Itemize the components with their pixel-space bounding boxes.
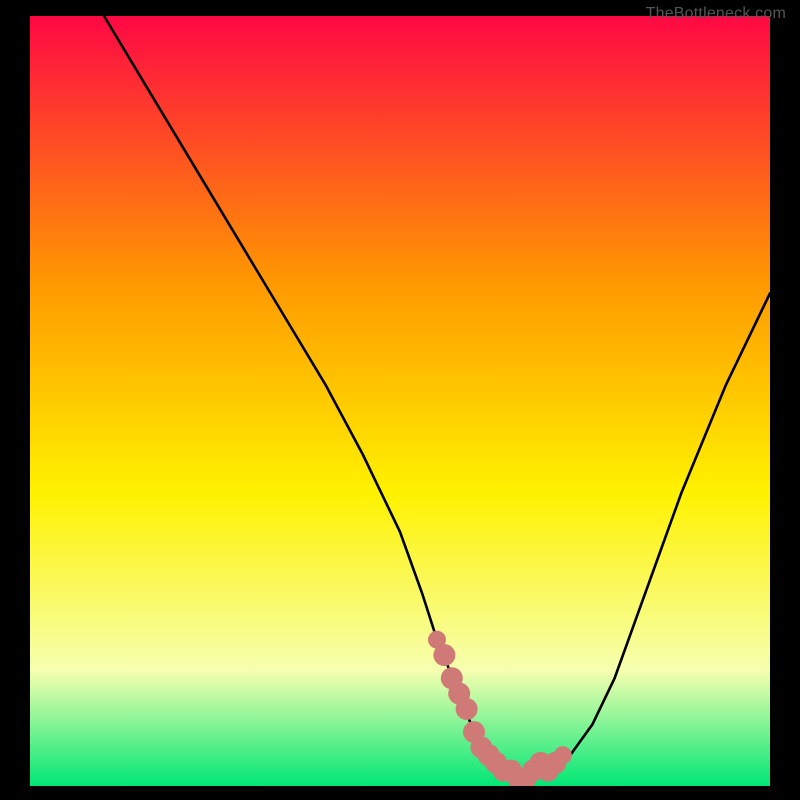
- bottleneck-curve: [104, 16, 770, 778]
- curve-layer: [30, 16, 770, 786]
- sweet-spot-dot: [433, 644, 455, 666]
- sweet-spot-dot: [456, 698, 478, 720]
- sweet-spot-markers: [428, 631, 572, 786]
- watermark-text: TheBottleneck.com: [646, 6, 786, 22]
- plot-area: [30, 16, 770, 786]
- chart-stage: TheBottleneck.com: [0, 0, 800, 800]
- sweet-spot-dot: [554, 746, 572, 764]
